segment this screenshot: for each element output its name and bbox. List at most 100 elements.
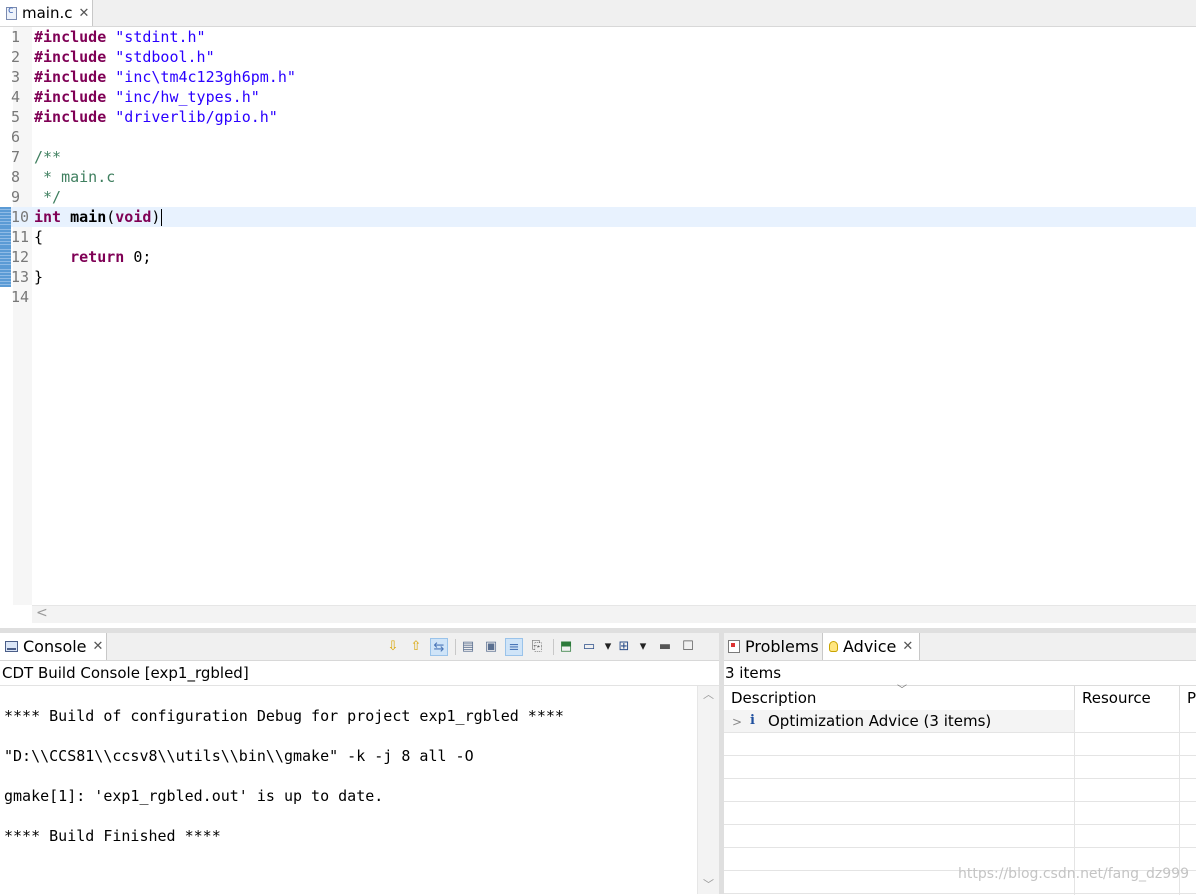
clear-console-icon[interactable]: ⎘ [528, 638, 546, 656]
line-number: 13 [11, 268, 30, 286]
change-marker [0, 267, 11, 287]
code-token: #include [34, 88, 107, 106]
tab-advice[interactable]: Advice ✕ [823, 633, 920, 660]
code-line[interactable]: 14 [0, 287, 1196, 307]
code-line[interactable]: 3 #include "inc\tm4c123gh6pm.h" [0, 67, 1196, 87]
editor-tab-main-c[interactable]: main.c ✕ [0, 0, 93, 26]
column-header-resource[interactable]: Resource [1075, 686, 1180, 710]
scroll-up-icon[interactable]: ⇧ [407, 638, 425, 656]
column-header-label: Resource [1082, 689, 1151, 707]
code-text: #include "inc\tm4c123gh6pm.h" [34, 67, 296, 87]
code-line[interactable]: 1 #include "stdint.h" [0, 27, 1196, 47]
problems-advice-view: Problems Advice ✕ 3 items Description ﹀ … [724, 633, 1196, 895]
code-editor: main.c ✕ 1 #include "stdint.h" 2 #include "… [0, 0, 1196, 628]
tab-problems-label: Problems [745, 637, 819, 656]
line-number: 11 [11, 228, 30, 246]
code-token: #include [34, 108, 107, 126]
editor-tab-label: main.c [22, 4, 73, 22]
row-description-cell: > i Optimization Advice (3 items) [724, 710, 1074, 732]
line-number: 9 [11, 188, 21, 206]
table-row-empty [724, 779, 1196, 802]
console-vertical-scrollbar[interactable]: ︿ ﹀ [697, 686, 720, 894]
editor-horizontal-scrollbar[interactable]: < [32, 605, 1196, 623]
close-icon[interactable]: ✕ [902, 640, 913, 653]
maximize-icon[interactable]: ☐ [679, 638, 697, 656]
close-icon[interactable]: ✕ [93, 640, 104, 653]
code-line[interactable]: 7 /** [0, 147, 1196, 167]
code-line[interactable]: 13} [0, 267, 1196, 287]
line-number: 12 [11, 248, 30, 266]
code-text: int main(void) [34, 207, 163, 227]
tab-problems[interactable]: Problems [724, 633, 823, 660]
code-line[interactable]: 5 #include "driverlib/gpio.h" [0, 107, 1196, 127]
chevron-right-icon[interactable]: > [732, 711, 742, 733]
advice-table: Description ﹀ Resource P > i Optimizatio… [724, 685, 1196, 895]
table-row-empty [724, 825, 1196, 848]
minimize-icon[interactable]: ▬ [656, 638, 674, 656]
code-text: /** [34, 147, 61, 167]
show-console-icon[interactable]: ▣ [482, 638, 500, 656]
pin-console-icon[interactable]: ⬒ [557, 638, 575, 656]
console-output-line: gmake[1]: 'exp1_rgbled.out' is up to dat… [4, 787, 384, 805]
table-row-empty [724, 756, 1196, 779]
code-line[interactable]: 8 * main.c [0, 167, 1196, 187]
code-token: * main.c [34, 168, 116, 186]
toolbar-separator [455, 639, 456, 655]
console-output-line: "D:\\CCS81\\ccsv8\\utils\\bin\\gmake" -k… [4, 747, 474, 765]
code-token: void [115, 208, 152, 226]
console-output[interactable]: **** Build of configuration Debug for pr… [0, 686, 697, 894]
line-number: 5 [11, 108, 21, 126]
scroll-down-arrow-icon[interactable]: ﹀ [703, 876, 714, 892]
scroll-left-icon[interactable]: < [36, 605, 48, 621]
console-output-line: **** Build of configuration Debug for pr… [4, 707, 564, 725]
scroll-up-arrow-icon[interactable]: ︿ [703, 686, 714, 702]
copy-build-log-icon[interactable]: ▤ [459, 638, 477, 656]
code-text: #include "stdbool.h" [34, 47, 215, 67]
scroll-lock-icon[interactable]: ⇆ [430, 638, 448, 656]
code-line[interactable]: 11{ [0, 227, 1196, 247]
console-view: Console ✕ ⇩ ⇧ ⇆ ▤ ▣ ≡ ⎘ ⬒ ▭ ▾ ⊞ ▾ ▬ ☐ CDT Build Conso… [0, 633, 721, 894]
line-number: 2 [11, 48, 21, 66]
code-line[interactable]: 10 int main(void) [0, 207, 1196, 227]
code-token: "driverlib/gpio.h" [115, 108, 278, 126]
code-token: /** [34, 148, 62, 166]
code-line[interactable]: 2 #include "stdbool.h" [0, 47, 1196, 67]
code-text: #include "stdint.h" [34, 27, 206, 47]
code-line[interactable]: 6 [0, 127, 1196, 147]
code-line[interactable]: 4 #include "inc/hw_types.h" [0, 87, 1196, 107]
table-row[interactable]: > i Optimization Advice (3 items) [724, 710, 1196, 733]
column-header-label: Description [731, 689, 817, 707]
column-header-path[interactable]: P [1180, 686, 1196, 710]
row-label: Optimization Advice (3 items) [768, 712, 992, 730]
new-console-dropdown-icon[interactable]: ▾ [634, 638, 652, 656]
display-console-icon[interactable]: ▭ [580, 638, 598, 656]
scroll-down-icon[interactable]: ⇩ [384, 638, 402, 656]
code-token: "stdbool.h" [115, 48, 215, 66]
code-text: */ [34, 187, 61, 207]
code-token: #include [34, 68, 107, 86]
code-line[interactable]: 9 */ [0, 187, 1196, 207]
console-output-line: **** Build Finished **** [4, 827, 221, 845]
code-token: ) [151, 208, 161, 226]
code-token: "stdint.h" [115, 28, 206, 46]
editor-tab-bar: main.c ✕ [0, 0, 1196, 27]
tab-console[interactable]: Console ✕ [0, 633, 107, 660]
code-token: ( [106, 208, 116, 226]
code-line[interactable]: 12 return 0; [0, 247, 1196, 267]
console-tab-bar: Console ✕ ⇩ ⇧ ⇆ ▤ ▣ ≡ ⎘ ⬒ ▭ ▾ ⊞ ▾ ▬ ☐ [0, 633, 719, 661]
line-number: 14 [11, 288, 30, 306]
change-marker [0, 247, 11, 267]
word-wrap-icon[interactable]: ≡ [505, 638, 523, 656]
console-icon [5, 641, 18, 652]
code-text-area[interactable]: 1 #include "stdint.h" 2 #include "stdbool.h… [0, 27, 1196, 605]
advice-tab-bar: Problems Advice ✕ [724, 633, 1196, 661]
new-console-icon[interactable]: ⊞ [615, 638, 633, 656]
code-text: #include "inc/hw_types.h" [34, 87, 260, 107]
change-marker [0, 227, 11, 247]
close-icon[interactable]: ✕ [79, 7, 90, 20]
column-header-description[interactable]: Description ﹀ [724, 685, 1075, 710]
